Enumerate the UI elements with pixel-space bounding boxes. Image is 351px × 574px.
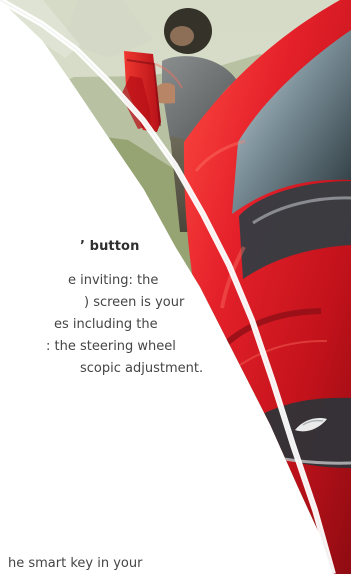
body-paragraph: e inviting: the ) screen is your es incl…: [0, 270, 210, 380]
paragraph-line: : the steering wheel: [46, 339, 176, 354]
car-photo: [0, 0, 351, 574]
section-heading: ’ button: [80, 239, 140, 254]
paragraph-line: scopic adjustment.: [80, 361, 204, 376]
document-panel: ’ button e inviting: the ) screen is you…: [0, 0, 351, 574]
footer-text-line: he smart key in your: [0, 553, 210, 574]
paragraph-line: ) screen is your: [84, 295, 185, 310]
paragraph-line: es including the: [54, 317, 158, 332]
footer-text: he smart key in your: [8, 556, 143, 571]
paragraph-line: e inviting: the: [68, 273, 159, 288]
car-photo-art: [0, 0, 351, 574]
